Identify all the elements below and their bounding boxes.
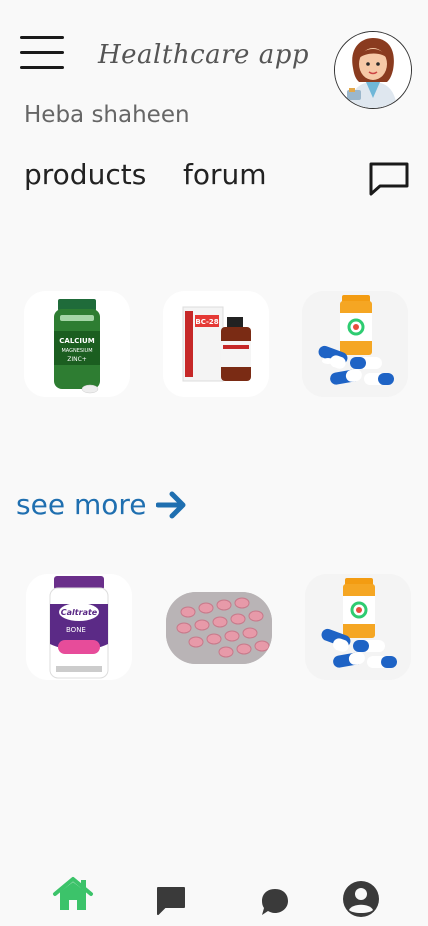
- menu-icon[interactable]: [20, 36, 64, 72]
- svg-text:BONE: BONE: [66, 626, 86, 634]
- svg-text:MAGNESIUM: MAGNESIUM: [61, 348, 92, 354]
- calcium-bottle-image: CALCIUM MAGNESIUM ZINC+: [24, 291, 130, 397]
- see-more-link[interactable]: see more: [16, 488, 188, 521]
- bc28-bottle-image: BC-28: [163, 291, 269, 397]
- tab-forum[interactable]: forum: [183, 158, 267, 191]
- arrow-right-icon: [156, 491, 186, 518]
- chat-bubble-icon[interactable]: [260, 887, 290, 921]
- product-card-pink-tablets[interactable]: [166, 592, 272, 664]
- home-icon[interactable]: [52, 876, 94, 916]
- product-card-calcium[interactable]: CALCIUM MAGNESIUM ZINC+: [24, 291, 130, 397]
- capsule-bottle-image: [302, 291, 408, 397]
- svg-text:CALCIUM: CALCIUM: [59, 337, 94, 345]
- product-card-caltrate[interactable]: Caltrate BONE: [26, 574, 132, 680]
- message-icon[interactable]: [156, 886, 186, 920]
- pink-tablets-image: [166, 592, 272, 664]
- avatar[interactable]: [334, 31, 412, 109]
- capsule-bottle-image: [305, 574, 411, 680]
- svg-text:ZINC+: ZINC+: [67, 356, 87, 363]
- chat-icon[interactable]: [368, 160, 410, 198]
- user-name: Heba shaheen: [24, 102, 190, 128]
- svg-text:Caltrate: Caltrate: [61, 608, 98, 617]
- tab-products[interactable]: products: [24, 158, 146, 191]
- see-more-label: see more: [16, 488, 147, 521]
- product-card-bc28[interactable]: BC-28: [163, 291, 269, 397]
- caltrate-bottle-image: Caltrate BONE: [26, 574, 132, 680]
- doctor-avatar-icon: [335, 32, 411, 108]
- account-icon[interactable]: [339, 880, 383, 922]
- app-title: Healthcare app: [98, 40, 310, 70]
- product-card-capsules-2[interactable]: [305, 574, 411, 680]
- product-card-capsules[interactable]: [302, 291, 408, 397]
- bottom-navigation: [0, 860, 428, 926]
- svg-text:BC-28: BC-28: [195, 318, 218, 326]
